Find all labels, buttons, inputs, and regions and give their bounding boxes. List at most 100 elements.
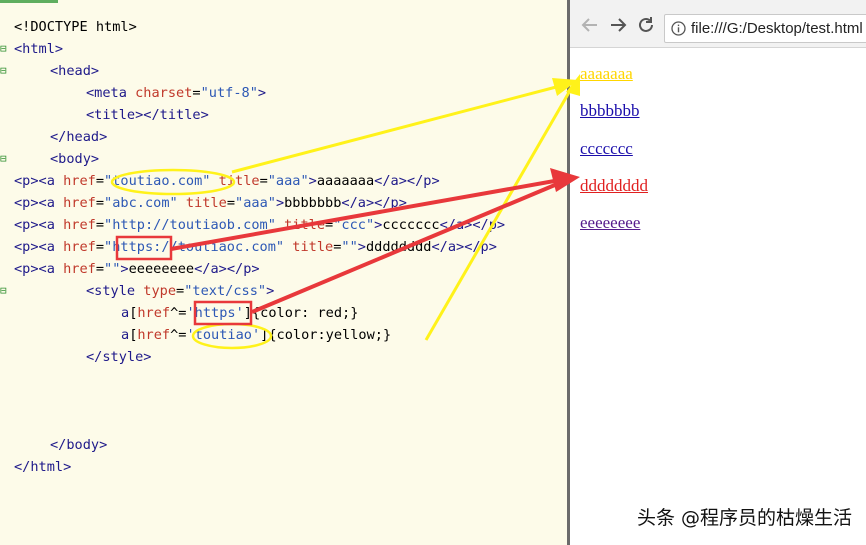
link-a[interactable]: aaaaaaa bbox=[580, 64, 633, 84]
code-token: </a></p> bbox=[431, 239, 497, 255]
link-d[interactable]: dddddddd bbox=[580, 176, 648, 196]
code-token: <head> bbox=[50, 63, 100, 79]
code-token: > bbox=[357, 239, 366, 255]
code-token: = bbox=[95, 173, 105, 189]
code-token: "abc.com" bbox=[104, 195, 178, 211]
code-token: <p><a bbox=[14, 239, 64, 255]
code-token: </a></p> bbox=[439, 217, 506, 233]
code-token: color: red; bbox=[260, 305, 351, 321]
code-token: color:yellow; bbox=[276, 327, 383, 343]
code-line: <!DOCTYPE html> bbox=[14, 16, 137, 38]
code-token: "utf-8" bbox=[200, 85, 258, 101]
fold-toggle-icon[interactable]: ⊟ bbox=[0, 60, 10, 82]
code-token: <html> bbox=[14, 41, 64, 57]
code-token: } bbox=[382, 327, 392, 343]
code-line: a[href^='toutiao']{color:yellow;} bbox=[121, 324, 391, 346]
code-line: <p><a href="">eeeeeeee</a></p> bbox=[14, 258, 260, 280]
code-line: <body> bbox=[50, 148, 99, 170]
browser-window: file:///G:/Desktop/test.html aaaaaaa bbb… bbox=[570, 0, 866, 545]
code-token: "text/css" bbox=[184, 283, 267, 299]
code-token: 'https' bbox=[186, 305, 244, 321]
code-line: </body> bbox=[50, 434, 107, 456]
code-token: href bbox=[63, 217, 96, 233]
code-token: <style bbox=[86, 283, 144, 299]
link-b[interactable]: bbbbbbb bbox=[580, 101, 640, 121]
code-token: > bbox=[275, 195, 285, 211]
code-token: = bbox=[259, 173, 268, 189]
code-line: <html> bbox=[14, 38, 63, 60]
address-bar[interactable]: file:///G:/Desktop/test.html bbox=[664, 14, 866, 43]
code-token: ^= bbox=[170, 305, 187, 321]
fold-toggle-icon[interactable]: ⊟ bbox=[0, 280, 10, 302]
code-token: <body> bbox=[50, 151, 100, 167]
code-token: = bbox=[226, 195, 236, 211]
code-token: title bbox=[185, 195, 227, 211]
code-token: "toutiao.com" bbox=[104, 173, 211, 189]
code-token: ]{ bbox=[243, 305, 261, 321]
code-line: </html> bbox=[14, 456, 71, 478]
fold-toggle-icon[interactable]: ⊟ bbox=[0, 148, 10, 170]
code-token: href bbox=[63, 173, 96, 189]
url-text: file:///G:/Desktop/test.html bbox=[691, 20, 863, 37]
code-token: </html> bbox=[14, 459, 72, 475]
code-token: ^= bbox=[170, 327, 187, 343]
fold-toggle-icon[interactable]: ⊟ bbox=[0, 38, 10, 60]
code-token: <p><a bbox=[14, 217, 64, 233]
watermark: 头条 @程序员的枯燥生活 bbox=[636, 507, 852, 529]
code-token: </a></p> bbox=[341, 195, 407, 211]
code-token: type bbox=[143, 283, 177, 299]
back-arrow-icon[interactable] bbox=[579, 14, 601, 36]
code-token: ]{ bbox=[260, 327, 277, 343]
link-e[interactable]: eeeeeeee bbox=[580, 213, 640, 233]
code-token: href bbox=[137, 327, 171, 343]
code-token: = bbox=[95, 239, 105, 255]
code-token: > bbox=[308, 173, 317, 189]
forward-arrow-icon[interactable] bbox=[607, 14, 629, 36]
code-token: ccccccc bbox=[382, 217, 440, 233]
code-token: href bbox=[63, 261, 96, 277]
code-token: title bbox=[284, 217, 326, 233]
info-icon[interactable] bbox=[671, 21, 686, 36]
code-token: "" bbox=[104, 261, 121, 277]
code-token: > bbox=[266, 283, 275, 299]
code-token: = bbox=[325, 217, 334, 233]
code-token: </a></p> bbox=[194, 261, 260, 277]
code-token: = bbox=[95, 261, 105, 277]
code-token: <!DOCTYPE html> bbox=[14, 19, 137, 35]
code-token: <meta bbox=[86, 85, 136, 101]
code-token: <p><a bbox=[14, 261, 64, 277]
code-token: > bbox=[257, 85, 267, 101]
code-token: a bbox=[121, 305, 130, 321]
code-token: href bbox=[63, 195, 96, 211]
code-token: "aaa" bbox=[235, 195, 276, 211]
editor-tab-strip bbox=[0, 0, 58, 3]
code-token: </head> bbox=[50, 129, 108, 145]
code-token: > bbox=[120, 261, 129, 277]
code-token: = bbox=[192, 85, 201, 101]
code-token: </body> bbox=[50, 437, 108, 453]
code-line: <head> bbox=[50, 60, 99, 82]
code-token: "ccc" bbox=[333, 217, 375, 233]
code-token: eeeeeeee bbox=[128, 261, 195, 277]
code-token: a bbox=[121, 327, 130, 343]
code-line: <style type="text/css"> bbox=[86, 280, 274, 302]
link-c[interactable]: ccccccc bbox=[580, 139, 633, 159]
code-line: <p><a href="abc.com" title="aaa">bbbbbbb… bbox=[14, 192, 407, 214]
code-token: href bbox=[63, 239, 96, 255]
code-token: <p><a bbox=[14, 195, 64, 211]
code-token: charset bbox=[135, 85, 193, 101]
code-token: </a></p> bbox=[374, 173, 440, 189]
code-token: aaaaaaa bbox=[316, 173, 375, 189]
code-token: bbbbbbb bbox=[284, 195, 342, 211]
code-line: <p><a href="toutiao.com" title="aaa">aaa… bbox=[14, 170, 440, 192]
code-token: <p><a bbox=[14, 173, 64, 189]
code-token: } bbox=[350, 305, 359, 321]
code-line: </head> bbox=[50, 126, 107, 148]
code-token: dddddddd bbox=[365, 239, 432, 255]
code-editor[interactable]: <!DOCTYPE html> <html> <head> <meta charset… bbox=[0, 0, 567, 545]
reload-icon[interactable] bbox=[635, 14, 657, 36]
code-token: = bbox=[176, 283, 185, 299]
